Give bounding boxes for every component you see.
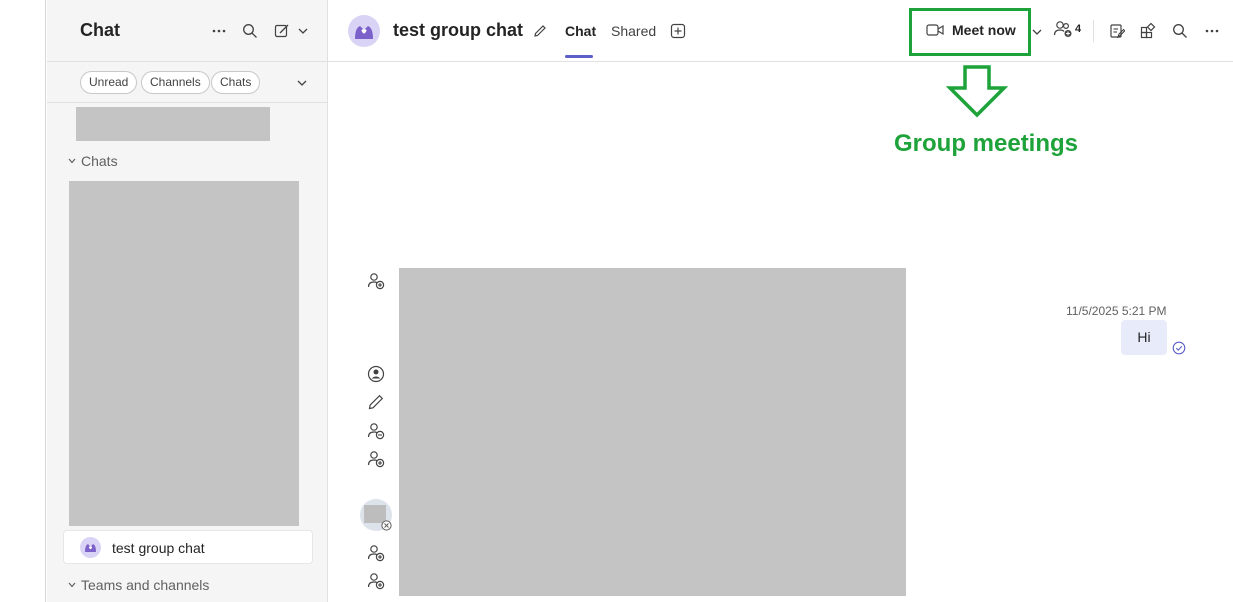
redacted-message-content	[399, 268, 906, 596]
member-added-icon	[366, 571, 386, 591]
header-divider	[1093, 20, 1094, 42]
section-teams-label: Teams and channels	[81, 577, 210, 593]
tab-chat[interactable]: Chat	[565, 23, 596, 39]
app-rail	[0, 0, 46, 602]
filter-chats[interactable]: Chats	[211, 71, 261, 94]
chat-header: test group chat Chat Shared Meet now 4	[328, 0, 1233, 62]
rename-pencil-icon	[366, 392, 386, 412]
presence-offline-icon	[381, 520, 392, 531]
search-in-chat-icon[interactable]	[1168, 19, 1192, 43]
teams-app: Chat Unread Channels Chats Chats test gr…	[0, 0, 1233, 602]
filter-unread[interactable]: Unread	[80, 71, 138, 94]
edit-name-pencil-icon[interactable]	[528, 19, 552, 43]
member-added-icon	[366, 271, 386, 291]
search-icon[interactable]	[238, 19, 262, 43]
participants-button[interactable]: 4	[1053, 20, 1081, 38]
annotation-down-arrow-icon	[946, 65, 1008, 118]
filter-channels[interactable]: Channels	[141, 71, 210, 94]
redacted-chat-list	[69, 181, 299, 526]
meet-options-chevron-icon[interactable]	[1025, 20, 1049, 44]
chevron-down-icon	[68, 158, 76, 164]
chat-list-item-label: test group chat	[112, 540, 205, 556]
meet-now-label: Meet now	[952, 22, 1016, 38]
more-actions-icon[interactable]	[1200, 19, 1224, 43]
section-chats[interactable]: Chats	[67, 153, 118, 169]
chevron-down-icon	[68, 582, 76, 588]
chat-title: test group chat	[393, 20, 524, 40]
sidebar-header: Chat	[47, 0, 328, 62]
chat-main: test group chat Chat Shared Meet now 4 G…	[328, 0, 1233, 602]
sidebar-title: Chat	[80, 20, 120, 40]
chat-list-item-selected[interactable]: test group chat	[63, 530, 313, 564]
annotation-label: Group meetings	[894, 130, 1079, 157]
message-sent-check-icon	[1172, 341, 1186, 355]
chat-sidebar: Chat Unread Channels Chats Chats test gr…	[47, 0, 328, 602]
group-avatar-icon	[348, 15, 380, 47]
people-add-icon	[1053, 21, 1072, 37]
add-tab-icon[interactable]	[666, 19, 690, 43]
member-added-icon	[366, 543, 386, 563]
filter-expand-chevron-icon[interactable]	[290, 71, 314, 95]
meet-now-button[interactable]: Meet now	[926, 22, 1016, 38]
section-teams[interactable]: Teams and channels	[67, 577, 209, 593]
video-camera-icon	[926, 24, 944, 36]
participants-count: 4	[1075, 23, 1082, 35]
tab-shared[interactable]: Shared	[611, 23, 656, 39]
message-bubble[interactable]: Hi	[1121, 320, 1167, 355]
sender-avatar[interactable]	[360, 499, 392, 531]
message-timestamp: 11/5/2025 5:21 PM	[1066, 304, 1167, 318]
member-removed-icon	[366, 421, 386, 441]
member-added-icon	[366, 449, 386, 469]
group-avatar-icon	[80, 537, 101, 558]
redacted-pinned-item	[76, 107, 270, 141]
chevron-down-icon[interactable]	[291, 19, 315, 43]
section-chats-label: Chats	[81, 153, 118, 169]
avatar-changed-icon	[366, 364, 386, 384]
notes-icon[interactable]	[1105, 19, 1129, 43]
more-options-icon[interactable]	[207, 19, 231, 43]
filter-bar: Unread Channels Chats	[47, 62, 328, 103]
apps-icon[interactable]	[1136, 19, 1160, 43]
active-tab-indicator	[565, 55, 593, 58]
